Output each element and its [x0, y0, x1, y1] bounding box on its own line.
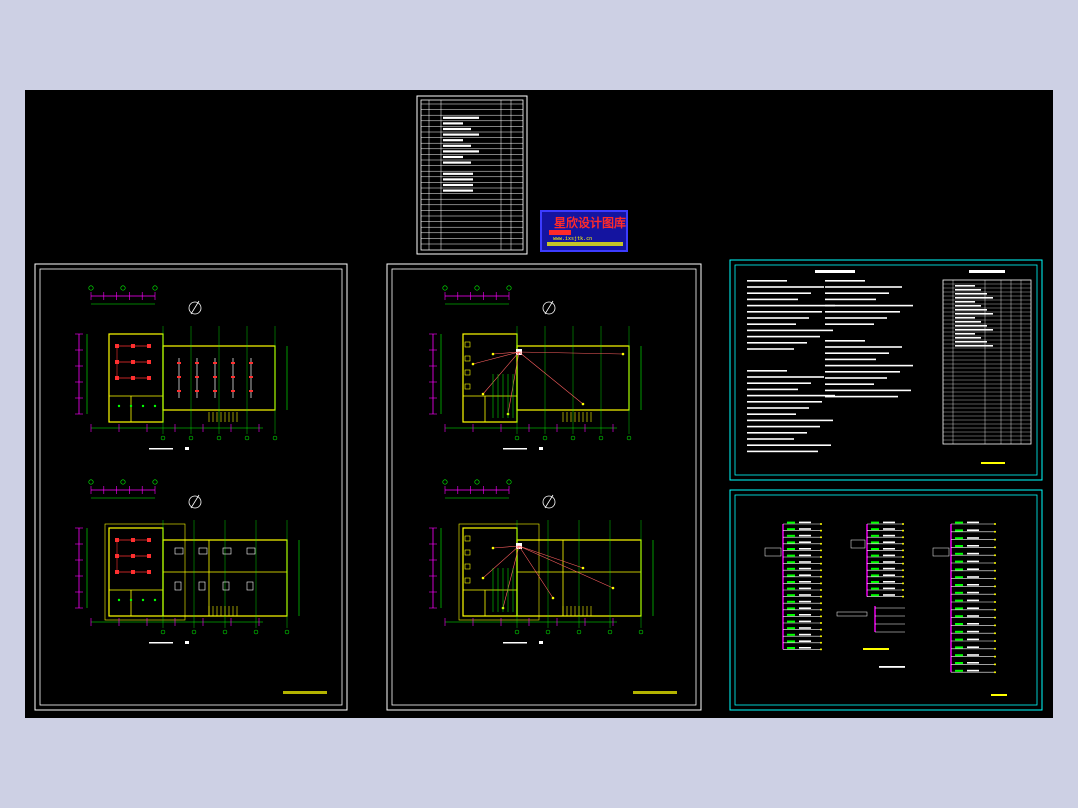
watermark-title: 星欣设计图库: [554, 215, 626, 230]
sheet-distribution-system[interactable]: [729, 489, 1043, 711]
floor-plan-second-floor-lighting: [75, 479, 300, 644]
floor-plan-second-floor-power: [429, 479, 654, 644]
sheet-design-notes[interactable]: [729, 259, 1043, 481]
floor-plan-first-floor-power: [429, 285, 642, 450]
sheet-lighting-plan[interactable]: [34, 263, 348, 711]
drawing-index-table: [416, 95, 528, 255]
cad-drawing-canvas[interactable]: 星欣设计图库 www.ixsjtk.cn: [25, 90, 1053, 718]
material-list-table: [942, 270, 1032, 445]
watermark-url: www.ixsjtk.cn: [553, 236, 592, 242]
sheet-title-block: [283, 691, 327, 694]
distribution-system-diagram: [764, 521, 1007, 696]
watermark-logo: 星欣设计图库 www.ixsjtk.cn: [540, 210, 628, 252]
design-notes-text: [747, 270, 1005, 464]
sheet-title-block: [633, 691, 677, 694]
floor-plan-first-floor-lighting: [75, 285, 288, 450]
sheet-power-plan[interactable]: [386, 263, 702, 711]
